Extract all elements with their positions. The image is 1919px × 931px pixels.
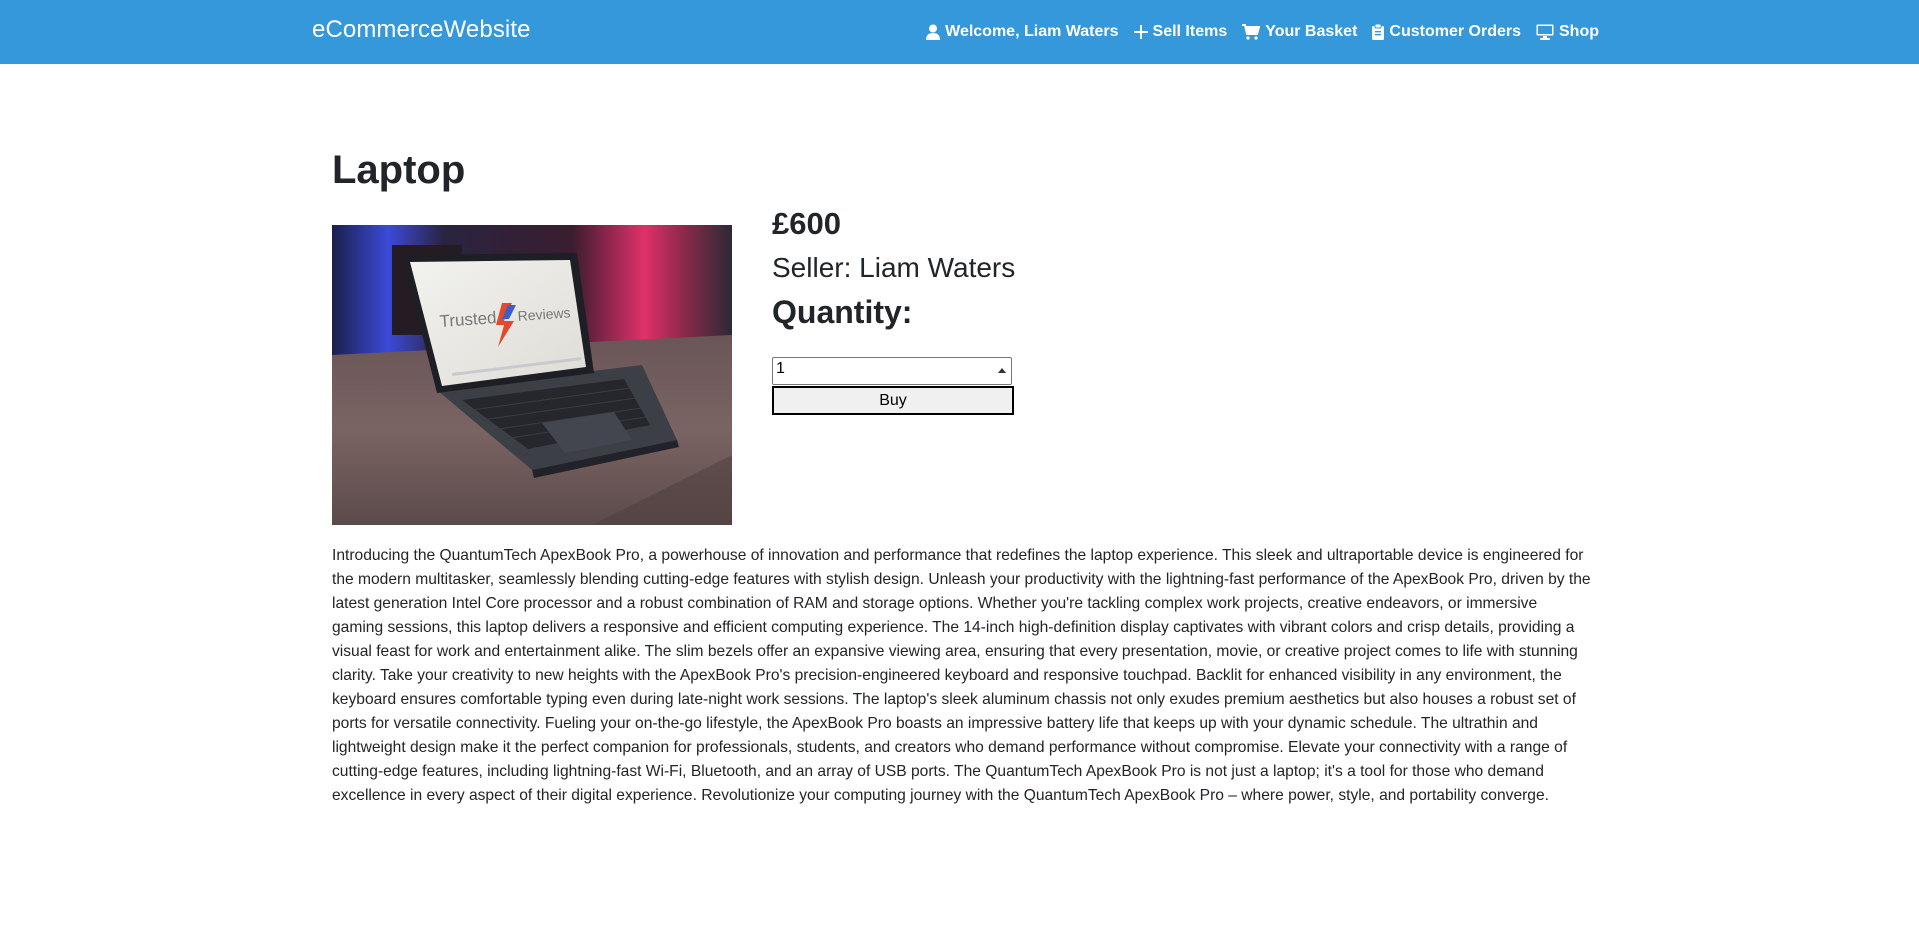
brand-link[interactable]: eCommerceWebsite	[312, 16, 531, 44]
nav-shop-label: Shop	[1559, 23, 1599, 40]
nav-your-basket[interactable]: Your Basket	[1242, 23, 1357, 41]
cart-icon	[1242, 24, 1261, 40]
quantity-label: Quantity:	[772, 294, 913, 330]
nav-sell-items[interactable]: Sell Items	[1133, 23, 1228, 41]
product-description: Introducing the QuantumTech ApexBook Pro…	[332, 547, 1591, 804]
product-price: £600	[772, 206, 841, 241]
navbar: eCommerceWebsite Welcome, Liam Waters Se…	[0, 0, 1919, 64]
product-seller: Seller: Liam Waters	[772, 252, 1016, 283]
quantity-spinner[interactable]	[996, 360, 1008, 391]
nav-sell-items-label: Sell Items	[1152, 23, 1228, 40]
screen-logo-trusted: Trusted	[439, 308, 497, 331]
product-title: Laptop	[332, 148, 466, 192]
desktop-icon	[1536, 24, 1554, 40]
nav-your-basket-label: Your Basket	[1265, 23, 1358, 40]
nav-shop[interactable]: Shop	[1536, 23, 1599, 41]
nav-links: Welcome, Liam Waters Sell Items Your Bas…	[926, 0, 1599, 64]
nav-customer-orders-label: Customer Orders	[1389, 23, 1521, 40]
clipboard-icon	[1372, 24, 1385, 40]
plus-icon	[1133, 25, 1148, 39]
quantity-stepper[interactable]: 1	[772, 357, 1012, 391]
spinner-up-icon[interactable]	[998, 360, 1006, 378]
user-icon	[926, 24, 941, 40]
nav-welcome-label: Welcome, Liam Waters	[945, 23, 1119, 40]
nav-customer-orders[interactable]: Customer Orders	[1372, 23, 1521, 41]
nav-welcome-user[interactable]: Welcome, Liam Waters	[926, 23, 1119, 41]
quantity-value: 1	[776, 360, 785, 377]
product-image: Trusted Reviews	[332, 225, 732, 525]
buy-button[interactable]: Buy	[772, 386, 1014, 415]
